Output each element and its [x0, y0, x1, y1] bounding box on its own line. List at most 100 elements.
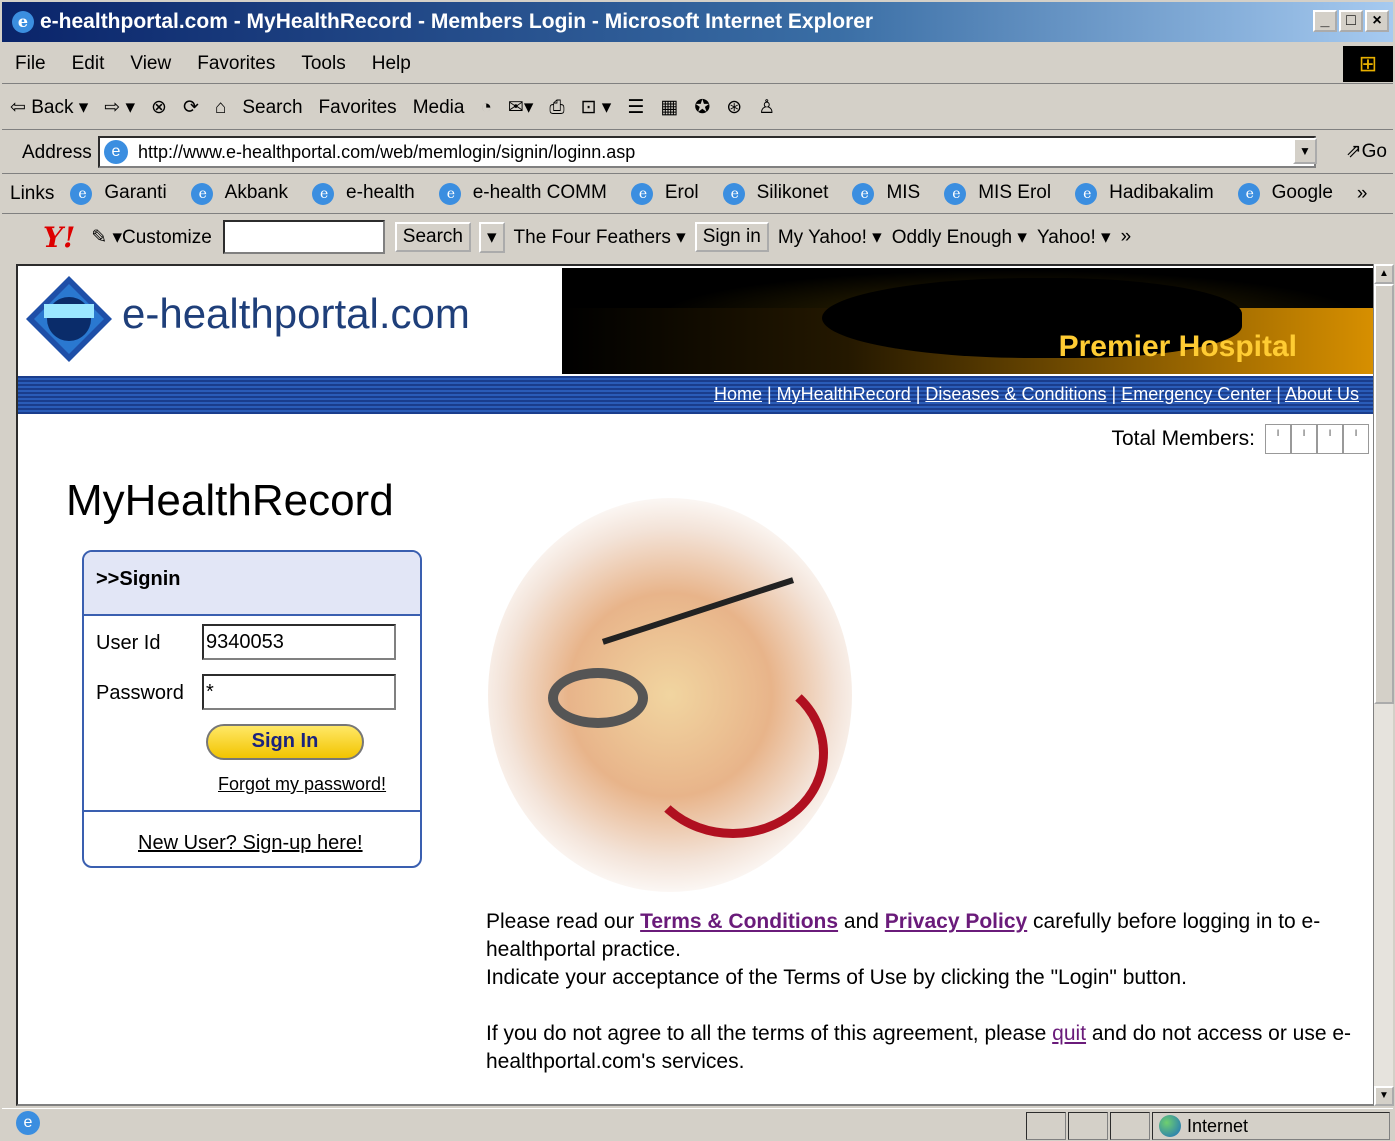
site-brand[interactable]: e-healthportal.com [122, 290, 470, 338]
scroll-thumb[interactable] [1374, 284, 1394, 704]
nav-separator: | [761, 384, 777, 404]
nav-diseases[interactable]: Diseases & Conditions [925, 384, 1106, 404]
nav-myhealthrecord[interactable]: MyHealthRecord [777, 384, 911, 404]
link-label: Akbank [224, 182, 289, 203]
panel-divider [84, 810, 420, 812]
counter-digit: ı [1265, 424, 1291, 454]
toolbar-extra-icon-3[interactable]: ♙ [750, 96, 783, 119]
oddly-enough-button[interactable]: Oddly Enough ▾ [887, 226, 1032, 249]
link-label: Erol [664, 182, 699, 203]
toolbar-extra-icon-2[interactable]: ⊛ [718, 96, 750, 119]
mail-icon[interactable]: ✉▾ [500, 96, 541, 119]
quit-link[interactable]: quit [1052, 1022, 1086, 1045]
go-button[interactable]: ⇗Go [1346, 140, 1387, 163]
scroll-down-button[interactable]: ▼ [1374, 1086, 1394, 1106]
menu-help[interactable]: Help [359, 53, 424, 75]
edit-icon[interactable]: ⊡ ▾ [573, 96, 620, 119]
link-label: MIS [886, 182, 921, 203]
counter-digit: ı [1343, 424, 1369, 454]
favorites-button[interactable]: Favorites [311, 97, 405, 119]
terms-paragraph-3: If you do not agree to all the terms of … [486, 1020, 1375, 1076]
bookmark-icon: e [190, 183, 213, 205]
link-mis[interactable]: e MIS [844, 182, 936, 205]
privacy-link[interactable]: Privacy Policy [885, 910, 1027, 933]
password-field[interactable] [202, 674, 396, 710]
stop-icon[interactable]: ⊗ [143, 96, 175, 119]
minimize-button[interactable]: _ [1313, 10, 1337, 32]
customize-button[interactable]: ✎ ▾Customize [86, 226, 217, 249]
signin-button[interactable]: Sign In [206, 724, 364, 760]
menu-view[interactable]: View [117, 53, 184, 75]
history-icon[interactable]: ◔ [472, 97, 499, 119]
page-title: MyHealthRecord [66, 476, 394, 525]
link-hadibakalim[interactable]: e Hadibakalim [1067, 182, 1230, 205]
members-counter: ı ı ı ı [1265, 424, 1369, 454]
refresh-icon[interactable]: ⟳ [175, 96, 207, 119]
bookmark-icon: e [1075, 183, 1098, 205]
print-icon[interactable]: ⎙ [541, 97, 572, 119]
toolbar-extra-icon-1[interactable]: ✪ [686, 96, 718, 119]
menu-favorites[interactable]: Favorites [184, 53, 288, 75]
yahoo-search-dropdown[interactable]: ▾ [478, 221, 505, 253]
link-mis-erol[interactable]: e MIS Erol [936, 182, 1067, 205]
scroll-up-button[interactable]: ▲ [1374, 264, 1394, 284]
maximize-button[interactable]: □ [1339, 10, 1363, 32]
my-yahoo-button[interactable]: My Yahoo! ▾ [773, 226, 887, 249]
link-akbank[interactable]: e Akbank [183, 182, 304, 205]
links-more-button[interactable]: » [1349, 183, 1376, 205]
yahoo-search-input[interactable] [222, 220, 385, 254]
menu-file[interactable]: File [2, 53, 59, 75]
counter-digit: ı [1291, 424, 1317, 454]
bookmark-icon: e [70, 183, 93, 205]
menu-tools[interactable]: Tools [288, 53, 358, 75]
link-label: Garanti [104, 182, 167, 203]
yahoo-search-button[interactable]: Search [394, 222, 471, 252]
menu-edit[interactable]: Edit [59, 53, 118, 75]
ie-logo-icon: e [12, 11, 34, 33]
link-erol[interactable]: e Erol [623, 182, 715, 205]
userid-label: User Id [96, 632, 161, 654]
userid-field[interactable] [202, 624, 396, 660]
nav-separator: | [1271, 384, 1285, 404]
yahoo-logo-icon[interactable]: Y! [38, 221, 80, 254]
link-e-health[interactable]: e e-health [304, 182, 431, 205]
home-icon[interactable]: ⌂ [207, 97, 234, 119]
yahoo-button[interactable]: Yahoo! ▾ [1032, 226, 1116, 249]
back-button[interactable]: ⇦ Back ▾ [2, 96, 96, 119]
terms-link[interactable]: Terms & Conditions [640, 910, 838, 933]
nav-home[interactable]: Home [714, 384, 762, 404]
terms-text-a: Please read our [486, 910, 641, 933]
discuss-icon[interactable]: ☰ [619, 96, 652, 119]
link-silikonet[interactable]: e Silikonet [715, 182, 845, 205]
signup-link[interactable]: New User? Sign-up here! [138, 832, 363, 855]
four-feathers-button[interactable]: The Four Feathers ▾ [509, 226, 691, 249]
menu-bar: File Edit View Favorites Tools Help [2, 44, 1393, 84]
bookmark-icon: e [944, 183, 967, 205]
terms-paragraph-2: Indicate your acceptance of the Terms of… [486, 966, 1187, 989]
hospital-banner: Premier Hospital [562, 268, 1375, 374]
window-controls: _ □ × [1313, 10, 1389, 32]
search-button[interactable]: Search [234, 97, 310, 119]
address-input[interactable]: e http://www.e-healthportal.com/web/meml… [98, 136, 1316, 168]
vertical-scrollbar[interactable]: ▲ ▼ [1373, 264, 1394, 1106]
status-bar: e Internet [2, 1108, 1393, 1141]
site-nav: Home | MyHealthRecord | Diseases & Condi… [18, 376, 1375, 414]
stethoscope-chestpiece [548, 668, 648, 728]
address-dropdown-button[interactable]: ▼ [1293, 138, 1317, 164]
close-button[interactable]: × [1365, 10, 1389, 32]
link-e-health-comm[interactable]: e e-health COMM [431, 182, 623, 205]
terms-text-b: and [838, 910, 885, 933]
forgot-password-link[interactable]: Forgot my password! [218, 774, 386, 795]
link-google[interactable]: e Google [1230, 182, 1349, 205]
yahoo-more-button[interactable]: » [1116, 226, 1137, 248]
yahoo-signin-button[interactable]: Sign in [694, 222, 769, 252]
link-garanti[interactable]: e Garanti [62, 182, 182, 205]
nav-about[interactable]: About Us [1285, 384, 1359, 404]
messenger-icon[interactable]: ▦ [652, 96, 686, 119]
forward-button[interactable]: ⇨ ▾ [96, 96, 143, 119]
nav-emergency[interactable]: Emergency Center [1121, 384, 1271, 404]
counter-digit: ı [1317, 424, 1343, 454]
media-button[interactable]: Media [405, 97, 473, 119]
link-label: e-health [346, 182, 415, 203]
pen-shape [601, 577, 795, 645]
